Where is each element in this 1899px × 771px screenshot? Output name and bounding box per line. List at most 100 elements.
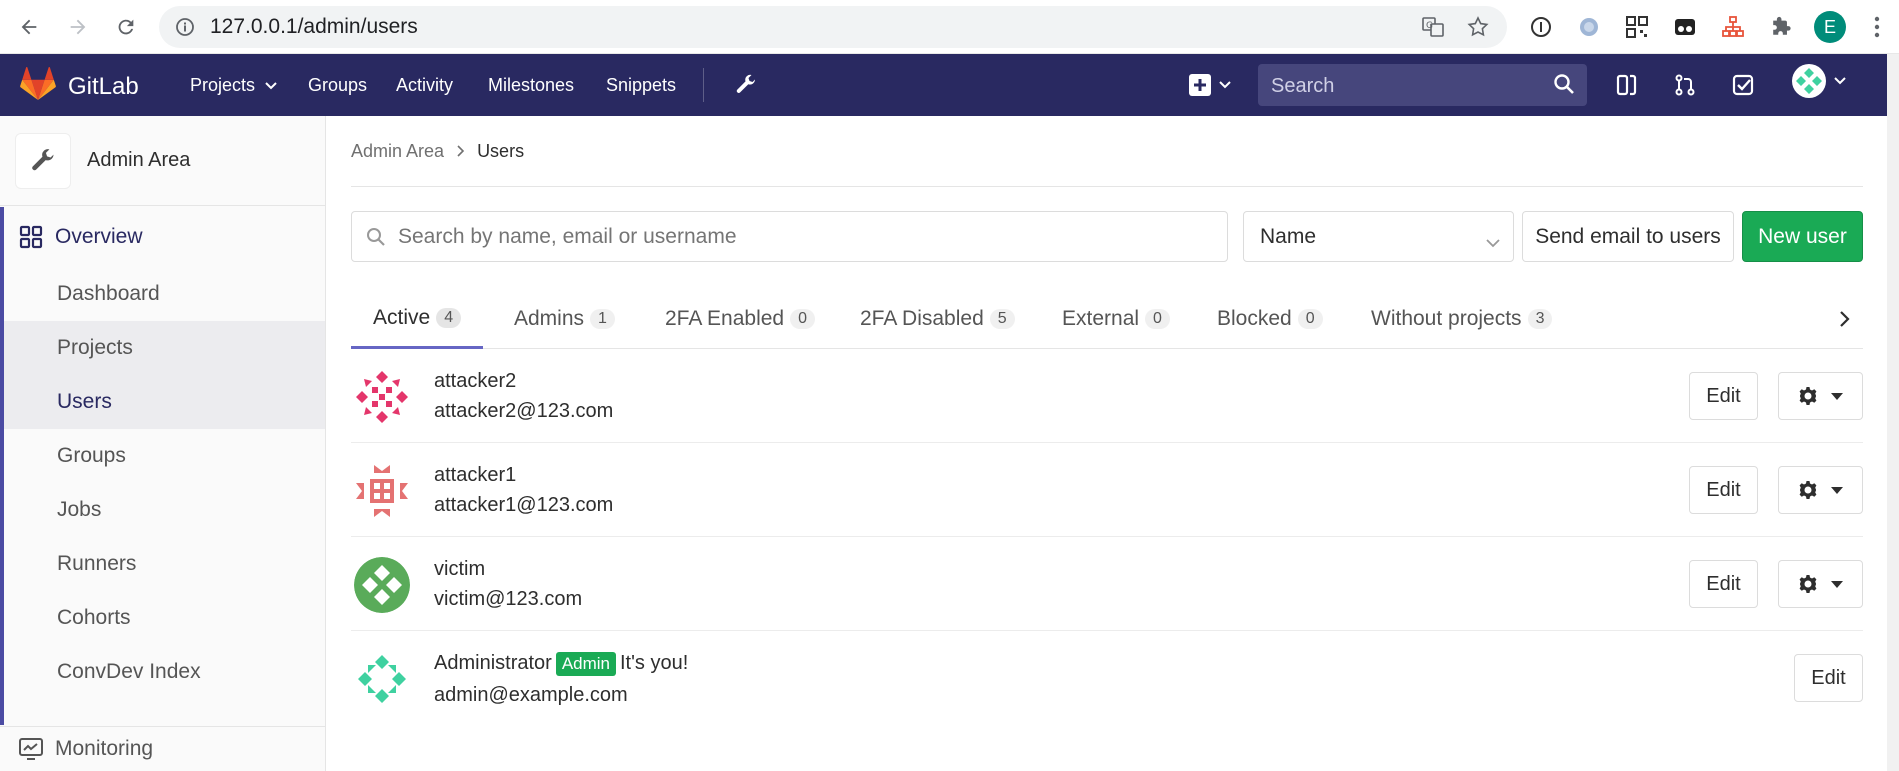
page-scrollbar[interactable] xyxy=(1887,54,1899,771)
merge-requests-icon[interactable] xyxy=(1670,70,1700,100)
monitor-chart-icon xyxy=(19,738,43,760)
sidebar-item-monitoring[interactable]: Monitoring xyxy=(0,726,325,771)
user-search-input[interactable] xyxy=(398,224,1198,249)
sidebar-item-groups[interactable]: Groups xyxy=(4,429,325,483)
tab-2fa-disabled-label: 2FA Disabled xyxy=(860,307,984,330)
tab-blocked[interactable]: Blocked 0 xyxy=(1217,289,1323,349)
edit-user-button[interactable]: Edit xyxy=(1689,372,1758,420)
admin-sidebar: Admin Area Overview Dashboard Projects U… xyxy=(0,116,326,771)
tab-without-projects[interactable]: Without projects 3 xyxy=(1371,289,1553,349)
sidebar-item-cohorts[interactable]: Cohorts xyxy=(4,591,325,645)
user-email[interactable]: admin@example.com xyxy=(434,684,628,707)
tab-2fa-disabled[interactable]: 2FA Disabled 5 xyxy=(860,289,1015,349)
address-bar[interactable]: 127.0.0.1/admin/users G xyxy=(159,6,1507,48)
tab-external[interactable]: External 0 xyxy=(1062,289,1170,349)
gitlab-home-link[interactable]: GitLab xyxy=(20,67,139,106)
bookmark-star-icon[interactable] xyxy=(1466,15,1490,44)
new-user-button[interactable]: New user xyxy=(1742,211,1863,262)
chevron-down-icon xyxy=(265,82,277,90)
plus-square-icon xyxy=(1189,74,1211,96)
caret-down-icon xyxy=(1830,487,1843,494)
sidebar-item-overview[interactable]: Overview xyxy=(4,207,325,267)
tab-external-count: 0 xyxy=(1145,309,1170,329)
nav-activity[interactable]: Activity xyxy=(396,75,453,96)
info-icon[interactable] xyxy=(175,17,195,42)
user-email[interactable]: attacker2@123.com xyxy=(434,400,613,423)
nav-projects-dropdown[interactable]: Projects xyxy=(190,75,278,96)
reload-icon[interactable] xyxy=(111,12,141,42)
user-email[interactable]: attacker1@123.com xyxy=(434,494,613,517)
nav-snippets[interactable]: Snippets xyxy=(606,75,676,96)
edit-user-button[interactable]: Edit xyxy=(1794,654,1863,702)
todos-icon[interactable] xyxy=(1728,70,1758,100)
table-row: attacker2 attacker2@123.com Edit xyxy=(351,349,1863,443)
breadcrumb-chevron-icon xyxy=(456,141,465,162)
user-actions-dropdown[interactable] xyxy=(1778,466,1863,514)
tab-2fa-enabled-label: 2FA Enabled xyxy=(665,307,785,330)
user-actions-dropdown[interactable] xyxy=(1778,372,1863,420)
gear-icon xyxy=(1799,481,1816,499)
caret-down-icon xyxy=(1830,581,1843,588)
tab-admins[interactable]: Admins 1 xyxy=(514,289,615,349)
breadcrumb-users[interactable]: Users xyxy=(477,141,524,162)
user-email[interactable]: victim@123.com xyxy=(434,588,582,611)
tab-2fa-enabled[interactable]: 2FA Enabled 0 xyxy=(665,289,816,349)
sidebar-item-jobs[interactable]: Jobs xyxy=(4,483,325,537)
chevron-down-icon xyxy=(1485,231,1501,255)
sidebar-item-users[interactable]: Users xyxy=(4,375,325,429)
translate-icon[interactable]: G xyxy=(1421,15,1445,44)
user-name[interactable]: attacker2 xyxy=(434,370,516,393)
user-menu-dropdown[interactable] xyxy=(1788,64,1850,98)
user-name[interactable]: attacker1 xyxy=(434,464,516,487)
sidebar-item-runners[interactable]: Runners xyxy=(4,537,325,591)
forward-arrow-icon[interactable] xyxy=(63,12,93,42)
browser-toolbar: 127.0.0.1/admin/users G E xyxy=(0,0,1899,54)
sort-select[interactable]: Name xyxy=(1243,211,1514,262)
gear-icon xyxy=(1799,575,1816,593)
edit-user-button[interactable]: Edit xyxy=(1689,466,1758,514)
url-text: 127.0.0.1/admin/users xyxy=(210,15,418,38)
sidebar-monitoring-label: Monitoring xyxy=(55,737,154,760)
puzzle-extensions-icon[interactable] xyxy=(1766,12,1796,42)
admin-wrench-icon[interactable] xyxy=(731,70,761,100)
user-name[interactable]: Administrator xyxy=(434,652,552,674)
sidebar-header[interactable]: Admin Area xyxy=(0,116,325,206)
profile-avatar[interactable]: E xyxy=(1814,11,1846,43)
sidebar-item-convdev-index[interactable]: ConvDev Index xyxy=(4,645,325,699)
tab-active[interactable]: Active 4 xyxy=(351,289,484,349)
sitemap-extension-icon[interactable] xyxy=(1718,12,1748,42)
edit-user-button[interactable]: Edit xyxy=(1689,560,1758,608)
nav-groups[interactable]: Groups xyxy=(308,75,367,96)
sidebar-item-dashboard[interactable]: Dashboard xyxy=(4,267,325,321)
tab-2fa-enabled-count: 0 xyxy=(790,309,816,329)
main-content: Admin Area Users Name Send email to user… xyxy=(351,116,1863,707)
issues-icon[interactable] xyxy=(1612,70,1642,100)
table-row: attacker1 attacker1@123.com Edit xyxy=(351,443,1863,537)
admin-badge: Admin xyxy=(555,652,616,676)
tabs-scroll-right-icon[interactable] xyxy=(1839,289,1851,349)
breadcrumb-admin-area[interactable]: Admin Area xyxy=(351,141,444,162)
chevron-down-icon xyxy=(1219,81,1231,89)
svg-text:G: G xyxy=(1426,21,1433,31)
password-extension-icon[interactable] xyxy=(1526,12,1556,42)
current-user-note: It's you! xyxy=(620,652,689,674)
wrench-icon xyxy=(32,148,54,170)
user-search-field[interactable] xyxy=(351,211,1228,262)
nav-milestones[interactable]: Milestones xyxy=(488,75,574,96)
user-name[interactable]: victim xyxy=(434,558,485,581)
global-search-input[interactable]: Search xyxy=(1258,64,1587,106)
sidebar-item-projects[interactable]: Projects xyxy=(4,321,325,375)
user-name-line: Administrator Admin It's you! xyxy=(434,652,688,676)
browser-menu-icon[interactable] xyxy=(1862,12,1892,42)
send-email-button[interactable]: Send email to users xyxy=(1522,211,1734,262)
qr-code-extension-icon[interactable] xyxy=(1622,12,1652,42)
user-actions-dropdown[interactable] xyxy=(1778,560,1863,608)
sort-selected-value: Name xyxy=(1260,224,1317,248)
circle-extension-icon[interactable] xyxy=(1574,12,1604,42)
caret-down-icon xyxy=(1830,393,1843,400)
new-item-dropdown[interactable] xyxy=(1184,70,1236,100)
tab-2fa-disabled-count: 5 xyxy=(989,309,1015,329)
glasses-extension-icon[interactable] xyxy=(1670,12,1700,42)
tab-without-projects-label: Without projects xyxy=(1371,307,1522,330)
back-arrow-icon[interactable] xyxy=(14,12,44,42)
